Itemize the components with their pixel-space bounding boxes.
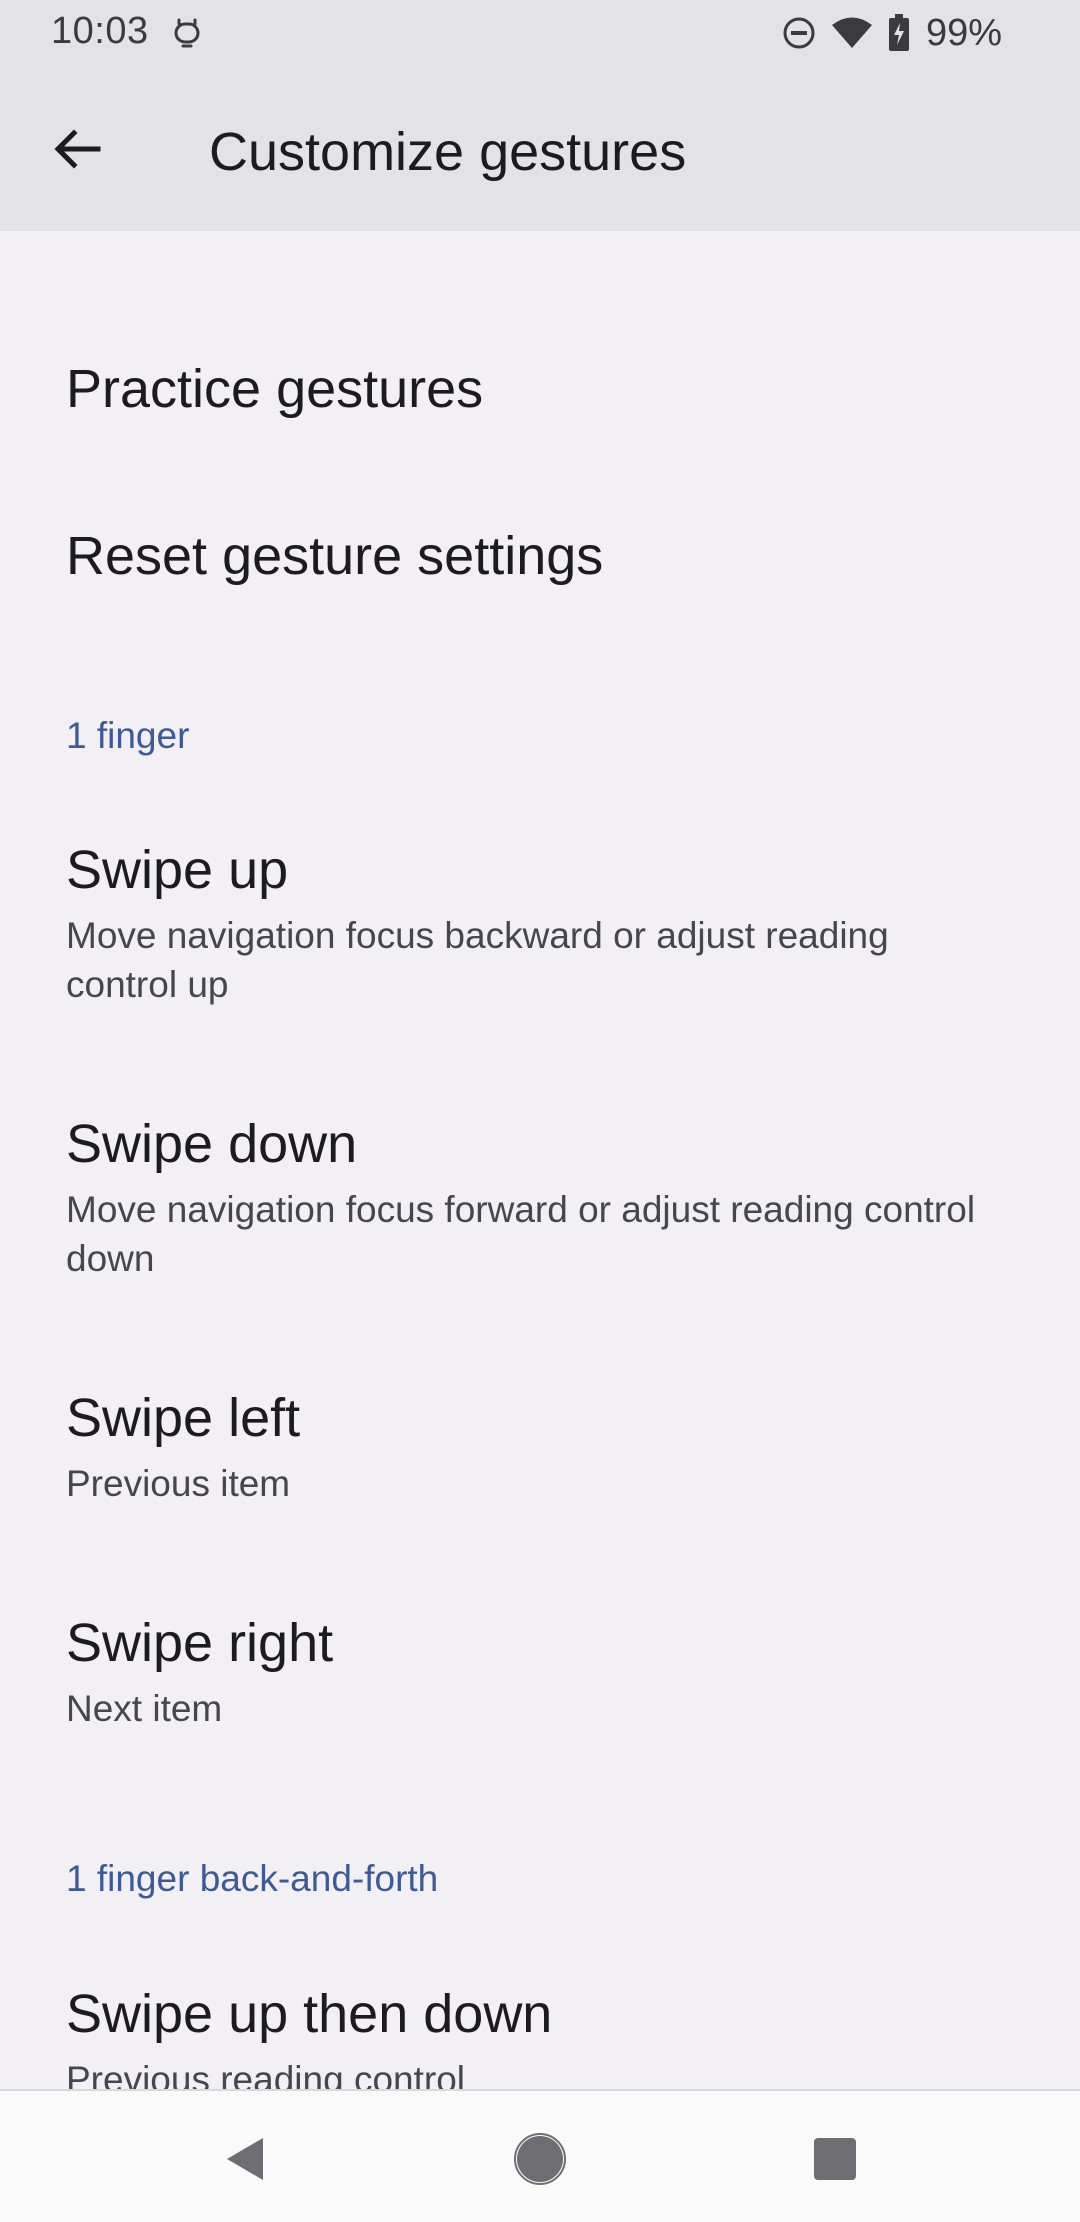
pref-title: Swipe right xyxy=(66,1613,334,1673)
battery-charging-icon xyxy=(888,14,909,51)
arrow-back-icon xyxy=(54,129,101,169)
pref-swipe-down[interactable]: Swipe down Move navigation focus forward… xyxy=(66,1111,986,1283)
pref-summary: Move navigation focus backward or adjust… xyxy=(66,915,889,1005)
status-bar: 10:03 99% xyxy=(0,0,1080,66)
pref-summary: Move navigation focus forward or adjust … xyxy=(66,1189,976,1279)
page-title: Customize gestures xyxy=(209,122,687,182)
section-header-1-finger-back-and-forth: 1 finger back-and-forth xyxy=(66,1858,439,1899)
pref-title: Swipe up xyxy=(66,840,289,900)
pref-title: Swipe down xyxy=(66,1114,358,1174)
pref-title: Swipe left xyxy=(66,1388,301,1448)
do-not-disturb-icon xyxy=(783,17,815,49)
nav-back-icon xyxy=(227,2138,263,2180)
nav-recents-icon xyxy=(814,2138,856,2180)
section-header-1-finger: 1 finger xyxy=(66,715,190,756)
battery-percentage: 99% xyxy=(925,11,1002,54)
nav-home-icon xyxy=(514,2133,566,2185)
pref-summary: Previous item xyxy=(66,1463,291,1504)
navigation-bar xyxy=(0,2089,1080,2222)
notification-bell-icon xyxy=(174,18,200,48)
practice-gestures-item[interactable]: Practice gestures xyxy=(66,358,483,420)
wifi-icon xyxy=(831,17,872,48)
pref-summary: Next item xyxy=(66,1688,223,1729)
status-time: 10:03 xyxy=(51,10,149,52)
pref-swipe-right[interactable]: Swipe right Next item xyxy=(66,1610,986,1733)
nav-back-button[interactable] xyxy=(204,2119,284,2199)
pref-title: Swipe up then down xyxy=(66,1984,553,2044)
pref-swipe-left[interactable]: Swipe left Previous item xyxy=(66,1385,986,1508)
reset-gesture-settings-item[interactable]: Reset gesture settings xyxy=(66,525,603,587)
pref-summary: Previous reading control xyxy=(66,2059,465,2089)
app-bar: Customize gestures xyxy=(0,66,1080,231)
nav-recents-button[interactable] xyxy=(795,2119,875,2199)
pref-swipe-up[interactable]: Swipe up Move navigation focus backward … xyxy=(66,837,986,1009)
status-icons: 99% xyxy=(782,10,1002,56)
back-button[interactable] xyxy=(34,106,120,192)
nav-home-button[interactable] xyxy=(500,2119,580,2199)
settings-list: Practice gestures Reset gesture settings… xyxy=(0,231,1080,2089)
pref-swipe-up-then-down[interactable]: Swipe up then down Previous reading cont… xyxy=(66,1981,986,2089)
